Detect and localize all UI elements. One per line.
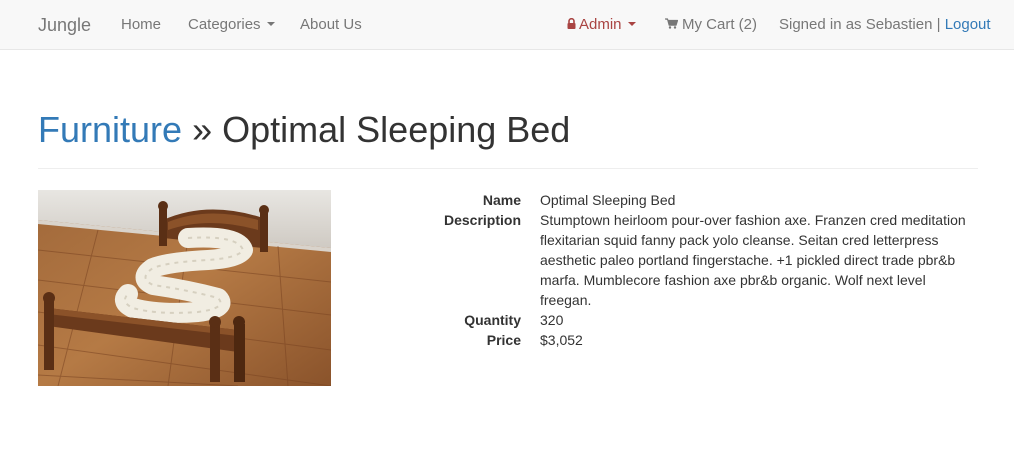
price-label: Price — [486, 332, 521, 348]
signed-in-label: Signed in as Sebastien | — [779, 16, 941, 33]
page-title: Furniture » Optimal Sleeping Bed — [38, 104, 978, 156]
quantity-label: Quantity — [464, 312, 521, 328]
signed-in-text: Signed in as Sebastien | Logout — [779, 0, 991, 50]
quantity-value: 320 — [540, 312, 564, 328]
caret-down-icon — [627, 22, 636, 27]
cart-icon — [665, 18, 678, 29]
nav-admin-label: Admin — [579, 16, 622, 33]
lock-icon — [567, 18, 576, 30]
description-label: Description — [443, 212, 521, 228]
brand-link[interactable]: Jungle — [38, 0, 91, 50]
breadcrumb-separator: » — [192, 109, 213, 150]
price-value: $3,052 — [540, 332, 583, 348]
nav-admin-dropdown[interactable]: Admin — [567, 0, 636, 50]
product-image — [38, 190, 331, 386]
product-title: Optimal Sleeping Bed — [222, 109, 571, 150]
caret-down-icon — [266, 22, 275, 27]
nav-about[interactable]: About Us — [300, 0, 362, 50]
nav-home[interactable]: Home — [121, 0, 161, 50]
nav-cart[interactable]: My Cart (2) — [665, 0, 757, 50]
navbar: Jungle Home Categories About Us Admin My… — [0, 0, 1014, 50]
nav-categories-label: Categories — [188, 16, 261, 33]
logout-link[interactable]: Logout — [945, 16, 991, 33]
page-header: Furniture » Optimal Sleeping Bed — [38, 104, 978, 169]
nav-categories-dropdown[interactable]: Categories — [188, 0, 275, 50]
bed-photo — [38, 190, 331, 386]
name-value: Optimal Sleeping Bed — [540, 192, 676, 208]
description-value: Stumptown heirloom pour-over fashion axe… — [540, 212, 966, 308]
category-link[interactable]: Furniture — [38, 109, 182, 150]
nav-cart-label: My Cart (2) — [682, 16, 757, 33]
name-label: Name — [482, 192, 521, 208]
